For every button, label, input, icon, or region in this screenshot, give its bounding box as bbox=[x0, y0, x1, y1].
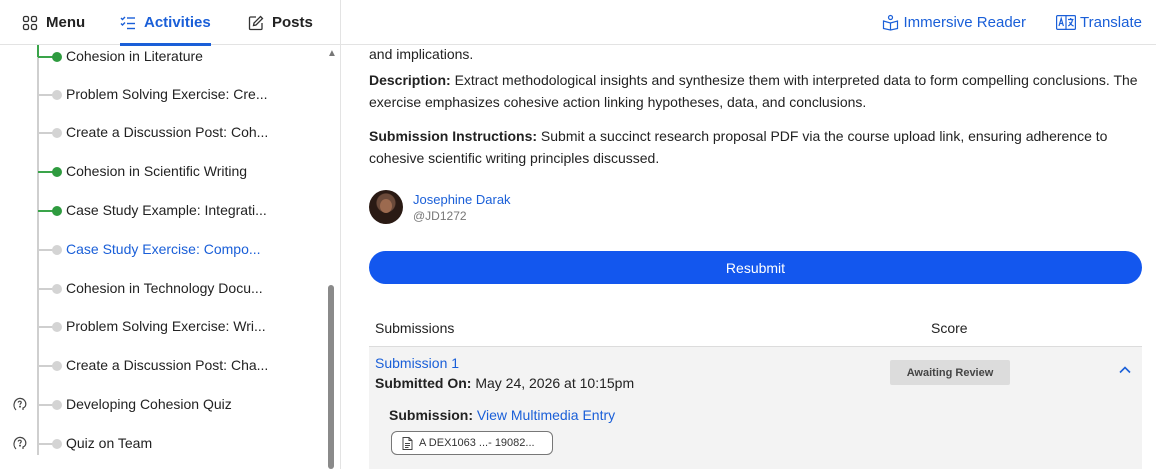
sidebar-item-label: Cohesion in Technology Docu... bbox=[66, 280, 263, 296]
pending-dot-icon bbox=[52, 128, 62, 138]
tab-activities[interactable]: Activities bbox=[120, 0, 211, 46]
submission-title[interactable]: Submission 1 bbox=[375, 355, 459, 371]
immersive-reader-label: Immersive Reader bbox=[903, 14, 1027, 31]
sidebar-item-label: Cohesion in Scientific Writing bbox=[66, 163, 248, 179]
sidebar-item-case-study-exercise[interactable]: Case Study Exercise: Compo... bbox=[0, 231, 320, 269]
description-label: Description: bbox=[369, 72, 451, 88]
sidebar-item-quiz-on-team[interactable]: Quiz on Team bbox=[0, 425, 320, 463]
sidebar-item-problem-solving-wri[interactable]: Problem Solving Exercise: Wri... bbox=[0, 308, 320, 346]
description-paragraph: Description: Extract methodological insi… bbox=[369, 69, 1144, 113]
sidebar-item-label: Case Study Example: Integrati... bbox=[66, 202, 267, 218]
submitted-on-value: May 24, 2026 at 10:15pm bbox=[475, 375, 635, 391]
sidebar-item-cohesion-in-scientific-writing[interactable]: Cohesion in Scientific Writing bbox=[0, 153, 320, 191]
author-card: Josephine Darak @JD1272 bbox=[369, 190, 511, 224]
submitted-on-label: Submitted On: bbox=[375, 375, 472, 391]
sidebar-item-label: Problem Solving Exercise: Wri... bbox=[66, 318, 266, 334]
instructions-label: Submission Instructions: bbox=[369, 128, 538, 144]
sidebar-item-label: Quiz on Team bbox=[66, 435, 153, 451]
description-text: Extract methodological insights and synt… bbox=[369, 72, 1138, 110]
author-handle: @JD1272 bbox=[413, 208, 467, 223]
tab-posts[interactable]: Posts bbox=[248, 0, 313, 45]
submission-row: Submission 1 Submitted On: May 24, 2026 … bbox=[369, 347, 1142, 469]
file-icon bbox=[402, 436, 413, 450]
score-column-header: Score bbox=[931, 320, 968, 336]
pending-dot-icon bbox=[52, 361, 62, 371]
sidebar-item-discussion-post-coh[interactable]: Create a Discussion Post: Coh... bbox=[0, 114, 320, 152]
top-actions: Immersive Reader Translate bbox=[882, 0, 1142, 45]
activities-sidebar: Cohesion in Literature Problem Solving E… bbox=[0, 45, 340, 469]
pending-dot-icon bbox=[52, 245, 62, 255]
translate-icon bbox=[1056, 15, 1077, 30]
top-bar: Menu Activities Posts Immersive Reader T… bbox=[0, 0, 1156, 46]
grid-icon bbox=[22, 15, 38, 30]
submission-entry: Submission: View Multimedia Entry bbox=[389, 407, 615, 423]
sidebar-item-developing-cohesion-quiz[interactable]: Developing Cohesion Quiz bbox=[0, 386, 320, 424]
submissions-header: Submissions Score bbox=[369, 309, 1142, 347]
pending-dot-icon bbox=[52, 400, 62, 410]
pending-dot-icon bbox=[52, 322, 62, 332]
sidebar-item-problem-solving-cre[interactable]: Problem Solving Exercise: Cre... bbox=[0, 76, 320, 114]
tab-bar: Menu Activities Posts bbox=[0, 0, 340, 46]
view-multimedia-entry-link[interactable]: View Multimedia Entry bbox=[477, 407, 615, 423]
intro-text: and implications. bbox=[369, 46, 474, 62]
tab-menu[interactable]: Menu bbox=[22, 0, 85, 45]
tab-menu-label: Menu bbox=[46, 14, 86, 31]
scrollbar-thumb[interactable] bbox=[328, 285, 334, 469]
sidebar-item-label: Create a Discussion Post: Cha... bbox=[66, 357, 269, 373]
sidebar-item-label: Cohesion in Literature bbox=[66, 48, 203, 64]
sidebar-item-label: Developing Cohesion Quiz bbox=[66, 396, 232, 412]
translate-label: Translate bbox=[1080, 14, 1142, 31]
scroll-up-arrow-icon[interactable]: ▲ bbox=[327, 48, 337, 59]
submitted-on: Submitted On: May 24, 2026 at 10:15pm bbox=[375, 375, 634, 391]
submissions-column-header: Submissions bbox=[375, 320, 455, 336]
sidebar-item-cohesion-in-literature[interactable]: Cohesion in Literature bbox=[0, 45, 320, 76]
pending-dot-icon bbox=[52, 284, 62, 294]
file-name: A DEX1063 ...- 19082... bbox=[419, 437, 535, 449]
sidebar-item-case-study-example[interactable]: Case Study Example: Integrati... bbox=[0, 192, 320, 230]
attached-file-chip[interactable]: A DEX1063 ...- 19082... bbox=[391, 431, 553, 455]
completed-dot-icon bbox=[52, 206, 62, 216]
completed-dot-icon bbox=[52, 52, 62, 62]
immersive-reader-icon bbox=[883, 14, 899, 31]
tab-posts-label: Posts bbox=[272, 14, 313, 31]
pending-dot-icon bbox=[52, 90, 62, 100]
checklist-icon bbox=[120, 16, 135, 29]
sidebar-item-cohesion-in-technology[interactable]: Cohesion in Technology Docu... bbox=[0, 270, 320, 308]
sidebar-item-label: Case Study Exercise: Compo... bbox=[66, 241, 261, 257]
submission-entry-label: Submission: bbox=[389, 407, 474, 423]
sidebar-scrollbar[interactable]: ▲ bbox=[326, 45, 337, 469]
completed-dot-icon bbox=[52, 167, 62, 177]
immersive-reader-button[interactable]: Immersive Reader bbox=[882, 14, 1026, 31]
instructions-paragraph: Submission Instructions: Submit a succin… bbox=[369, 125, 1144, 169]
sidebar-item-label: Create a Discussion Post: Coh... bbox=[66, 124, 269, 140]
status-badge: Awaiting Review bbox=[890, 360, 1010, 385]
sidebar-item-label: Problem Solving Exercise: Cre... bbox=[66, 86, 268, 102]
sidebar-item-discussion-post-cha[interactable]: Create a Discussion Post: Cha... bbox=[0, 347, 320, 385]
quiz-icon bbox=[13, 397, 27, 411]
chevron-up-icon[interactable] bbox=[1118, 363, 1132, 377]
activity-content: and implications. Description: Extract m… bbox=[341, 45, 1156, 469]
resubmit-button[interactable]: Resubmit bbox=[369, 251, 1142, 284]
translate-button[interactable]: Translate bbox=[1056, 14, 1142, 31]
edit-icon bbox=[248, 15, 264, 30]
tab-activities-label: Activities bbox=[144, 14, 211, 31]
quiz-icon bbox=[13, 436, 27, 450]
avatar[interactable] bbox=[369, 190, 403, 224]
author-info: Josephine Darak @JD1272 bbox=[413, 191, 511, 224]
pending-dot-icon bbox=[52, 439, 62, 449]
author-name[interactable]: Josephine Darak bbox=[413, 191, 511, 208]
